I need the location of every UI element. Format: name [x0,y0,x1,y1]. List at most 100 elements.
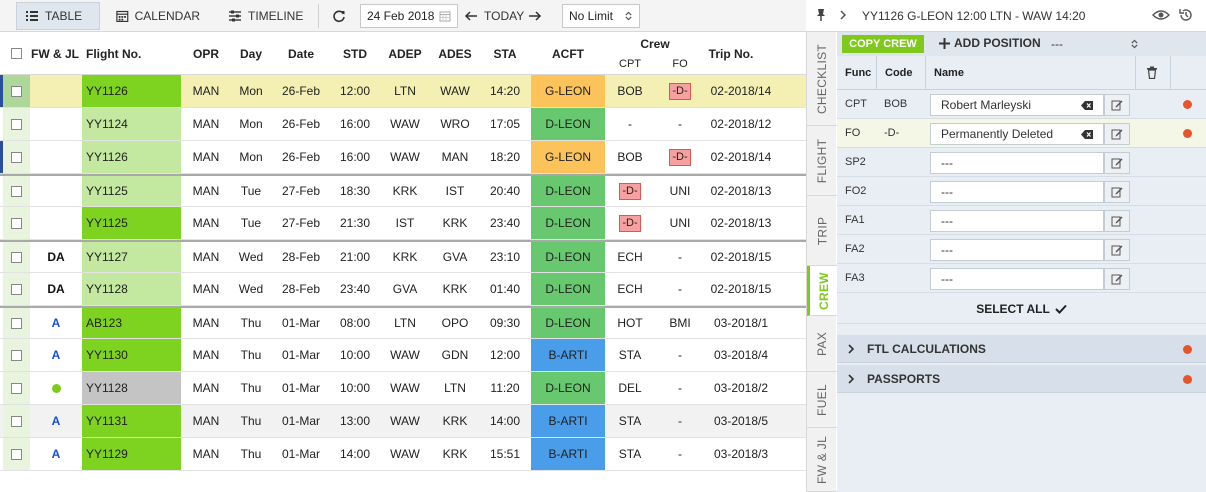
crew-name-field[interactable]: --- [930,268,1104,290]
edit-crew-button[interactable] [1104,181,1130,203]
cpt-cell[interactable]: STA [605,405,655,437]
fo-cell[interactable]: - [655,273,705,305]
next-day-button[interactable] [528,2,544,30]
col-opr[interactable]: OPR [181,47,231,61]
fo-cell[interactable]: - [655,438,705,470]
table-view-button[interactable]: TABLE [16,2,100,30]
acft-cell[interactable]: D-LEON [531,372,605,404]
acft-cell[interactable]: D-LEON [531,108,605,140]
edit-crew-button[interactable] [1104,152,1130,174]
trip-no-cell[interactable]: 03-2018/4 [705,339,777,371]
acft-cell[interactable]: G-LEON [531,75,605,107]
trip-no-cell[interactable]: 03-2018/2 [705,372,777,404]
trip-no-cell[interactable]: 02-2018/14 [705,75,777,107]
table-row[interactable]: A AB123 MAN Thu 01-Mar 08:00 LTN OPO 09:30 D-LEON… [0,306,806,339]
table-row[interactable]: A YY1129 MAN Thu 01-Mar 14:00 WAW KRK 15:51 B-ART… [0,438,806,471]
acft-cell[interactable]: B-ARTI [531,339,605,371]
col-adep[interactable]: ADEP [379,47,431,61]
trip-no-cell[interactable]: 03-2018/3 [705,438,777,470]
trash-icon[interactable] [1146,66,1158,79]
col-std[interactable]: STD [331,47,379,61]
acft-cell[interactable]: G-LEON [531,141,605,173]
fo-cell[interactable]: UNI [655,207,705,239]
add-position-button[interactable]: ADD POSITION [939,36,1041,50]
limit-select[interactable]: No Limit [562,4,640,28]
clear-icon[interactable] [1081,100,1093,110]
passports-section[interactable]: PASSPORTS [837,365,1206,393]
fo-cell[interactable]: - [655,108,705,140]
col-sta[interactable]: STA [479,47,531,61]
trip-no-cell[interactable]: 02-2018/12 [705,108,777,140]
fo-cell[interactable]: - [655,372,705,404]
cpt-cell[interactable]: BOB [605,75,655,107]
table-row[interactable]: A YY1131 MAN Thu 01-Mar 13:00 WAW KRK 14:00 B-ART… [0,405,806,438]
trip-no-cell[interactable]: 02-2018/13 [705,176,777,206]
acft-cell[interactable]: B-ARTI [531,405,605,437]
tab-crew[interactable]: CREW [807,266,837,316]
trip-no-cell[interactable]: 03-2018/5 [705,405,777,437]
crew-name-field[interactable]: Robert Marleyski [930,94,1104,116]
col-fo[interactable]: FO [655,58,705,70]
trip-no-cell[interactable]: 02-2018/14 [705,141,777,173]
fo-cell[interactable]: - [655,242,705,272]
col-flight-no[interactable]: Flight No. [86,47,146,61]
flight-no-cell[interactable]: YY1129 [82,438,181,470]
copy-crew-button[interactable]: COPY CREW [842,35,924,53]
table-row[interactable]: YY1126 MAN Mon 26-Feb 16:00 WAW MAN 18:20 G-LEON… [0,141,806,174]
acft-cell[interactable]: D-LEON [531,242,605,272]
fo-cell[interactable]: - [655,405,705,437]
acft-cell[interactable]: D-LEON [531,273,605,305]
chevron-right-icon[interactable] [838,9,848,21]
row-checkbox[interactable] [11,185,22,197]
flight-no-cell[interactable]: YY1125 [82,176,181,206]
calendar-picker-icon[interactable] [439,10,451,22]
deleted-crew-badge[interactable]: -D- [669,82,691,100]
tab-pax[interactable]: PAX [807,316,837,372]
flight-no-cell[interactable]: YY1125 [82,207,181,239]
trip-no-cell[interactable]: 02-2018/15 [705,242,777,272]
table-row[interactable]: YY1125 MAN Tue 27-Feb 21:30 IST KRK 23:40 D-LEON… [0,207,806,240]
fo-cell[interactable]: - [655,339,705,371]
ftl-calculations-section[interactable]: FTL CALCULATIONS [837,335,1206,363]
row-checkbox[interactable] [11,415,22,427]
crew-name-field[interactable]: Permanently Deleted [930,123,1104,145]
col-ades[interactable]: ADES [431,47,479,61]
eye-icon[interactable] [1152,8,1170,22]
tab-fw-jl[interactable]: FW & JL [807,428,837,492]
flight-no-cell[interactable]: YY1128 [82,273,181,305]
row-checkbox[interactable] [11,317,22,329]
flight-no-cell[interactable]: YY1126 [82,141,181,173]
trip-no-cell[interactable]: 02-2018/15 [705,273,777,305]
flight-no-cell[interactable]: YY1130 [82,339,181,371]
crew-name-field[interactable]: --- [930,181,1104,203]
edit-crew-button[interactable] [1104,239,1130,261]
row-checkbox[interactable] [11,85,22,97]
table-row[interactable]: YY1126 MAN Mon 26-Feb 12:00 LTN WAW 14:20 G-LEON… [0,75,806,108]
table-row[interactable]: DA YY1127 MAN Wed 28-Feb 21:00 KRK GVA 23:10 D-LE… [0,240,806,273]
edit-crew-button[interactable] [1104,210,1130,232]
acft-cell[interactable]: D-LEON [531,308,605,338]
select-all-checkbox[interactable] [10,48,22,59]
cpt-cell[interactable]: DEL [605,372,655,404]
cpt-cell[interactable]: BOB [605,141,655,173]
row-checkbox[interactable] [11,118,22,130]
table-row[interactable]: YY1125 MAN Tue 27-Feb 18:30 KRK IST 20:40 D-LEON… [0,174,806,207]
col-date[interactable]: Date [271,47,331,61]
table-row[interactable]: A YY1130 MAN Thu 01-Mar 10:00 WAW GDN 12:00 B-ART… [0,339,806,372]
col-day[interactable]: Day [231,47,271,61]
timeline-view-button[interactable]: TIMELINE [220,2,312,30]
trip-no-cell[interactable]: 02-2018/13 [705,207,777,239]
tab-flight[interactable]: FLIGHT [807,126,837,196]
trip-no-cell[interactable]: 03-2018/1 [705,308,777,338]
position-select[interactable]: --- [1047,35,1143,53]
table-row[interactable]: YY1128 MAN Thu 01-Mar 10:00 WAW LTN 11:20 D-LEON… [0,372,806,405]
row-checkbox[interactable] [11,382,22,394]
acft-cell[interactable]: D-LEON [531,176,605,206]
edit-crew-button[interactable] [1104,268,1130,290]
col-trip-no[interactable]: Trip No. [705,47,757,61]
flight-no-cell[interactable]: YY1128 [82,372,181,404]
table-row[interactable]: YY1124 MAN Mon 26-Feb 16:00 WAW WRO 17:05 D-LEON… [0,108,806,141]
row-checkbox[interactable] [11,349,22,361]
cpt-cell[interactable]: ECH [605,242,655,272]
cpt-cell[interactable]: ECH [605,273,655,305]
